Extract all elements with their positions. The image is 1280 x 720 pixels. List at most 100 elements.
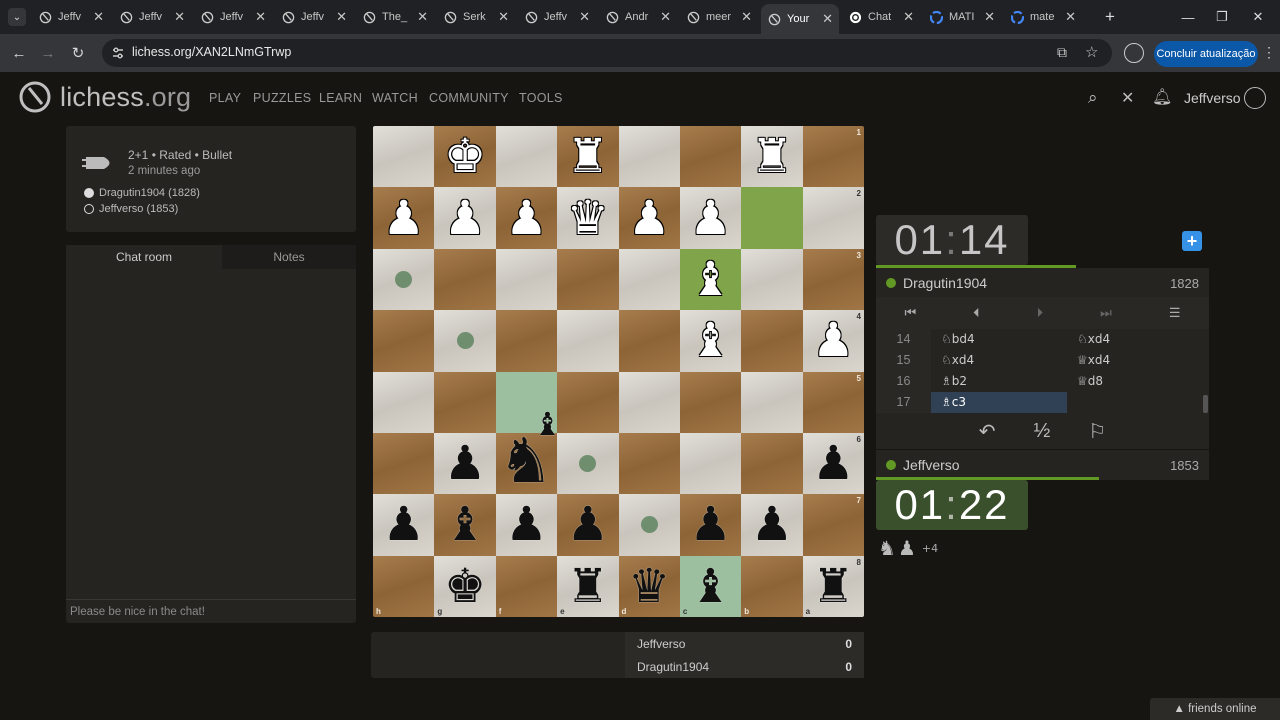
browser-tab[interactable]: Your ✕ xyxy=(761,4,839,34)
friends-online-button[interactable]: ▲ friends online xyxy=(1150,698,1280,720)
move-list-scrollbar[interactable] xyxy=(1203,395,1208,413)
opponent-name[interactable]: Dragutin1904 xyxy=(903,275,1170,291)
bookmark-star-icon[interactable]: ☆ xyxy=(1085,43,1098,61)
board-square[interactable] xyxy=(679,126,742,188)
reload-button[interactable]: ↻ xyxy=(67,42,89,64)
forward-button[interactable]: → xyxy=(37,42,59,64)
user-menu[interactable]: Jeffverso xyxy=(1184,90,1241,106)
white-pawn-piece[interactable]: ♟ xyxy=(812,317,854,364)
nav-tools[interactable]: TOOLS xyxy=(519,91,563,105)
board-square[interactable] xyxy=(373,432,435,495)
tab-close-icon[interactable]: ✕ xyxy=(1065,9,1076,25)
board-square[interactable] xyxy=(495,126,558,188)
white-pawn-piece[interactable]: ♟ xyxy=(628,195,670,242)
board-square[interactable]: ♟ 4 xyxy=(802,310,864,372)
board-square[interactable] xyxy=(373,310,435,372)
board-square[interactable]: 3 xyxy=(802,248,864,311)
meta-player-black[interactable]: Jeffverso (1853) xyxy=(84,203,178,215)
black-rook-piece[interactable]: ♜ xyxy=(567,563,609,610)
board-square[interactable] xyxy=(741,371,803,433)
tab-close-icon[interactable]: ✕ xyxy=(984,9,995,25)
browser-tab[interactable]: meer ✕ xyxy=(680,4,758,30)
next-move-icon[interactable]: ⏵ xyxy=(1037,305,1044,321)
board-square[interactable]: h xyxy=(373,555,435,617)
notifications-bell-icon[interactable]: 🔔︎ xyxy=(1152,87,1172,107)
browser-tab[interactable]: Jeffv ✕ xyxy=(32,4,110,30)
tab-close-icon[interactable]: ✕ xyxy=(498,9,509,25)
white-move[interactable]: ♗c3 xyxy=(931,392,1067,413)
board-square[interactable] xyxy=(741,248,803,311)
white-move[interactable]: ♘bd4 xyxy=(931,329,1067,350)
tab-close-icon[interactable]: ✕ xyxy=(174,9,185,25)
tab-close-icon[interactable]: ✕ xyxy=(255,9,266,25)
black-pawn-piece[interactable]: ♟ xyxy=(505,501,547,548)
crosstable-row[interactable]: Dragutin1904 0 xyxy=(625,655,864,678)
board-square[interactable] xyxy=(557,432,619,495)
board-square[interactable] xyxy=(741,310,803,372)
black-move[interactable] xyxy=(1067,392,1203,413)
white-pawn-piece[interactable]: ♟ xyxy=(505,195,547,242)
white-queen-piece[interactable]: ♛ xyxy=(567,195,609,242)
white-move[interactable]: ♘xd4 xyxy=(931,350,1067,371)
site-info-icon[interactable] xyxy=(111,46,125,60)
board-square[interactable]: ♝ xyxy=(434,494,496,556)
board-square[interactable]: f xyxy=(495,555,558,617)
board-square[interactable] xyxy=(434,371,496,433)
board-square[interactable]: 7 xyxy=(802,494,864,556)
board-square[interactable] xyxy=(434,248,496,311)
tab-close-icon[interactable]: ✕ xyxy=(417,9,428,25)
board-square[interactable]: ♟ xyxy=(618,187,680,249)
chess-board[interactable]: ♚ ♜ ♜ 1 ♟ ♟ ♟ ♛ ♟ ♟ 2 ♝ 3 ♝ ♟ 4 5 ♟ ♟ 6 ♟ ♝ ♟ ♟ ♟ ♟ 7 h ♚ g f ♜ e ♛ d ♝ c b ♜ 8… xyxy=(373,126,864,617)
board-square[interactable] xyxy=(557,310,619,372)
tab-search-dropdown[interactable]: ⌄ xyxy=(8,8,26,26)
white-pawn-piece[interactable]: ♟ xyxy=(383,195,425,242)
chat-input[interactable]: Please be nice in the chat! xyxy=(66,599,356,623)
meta-player-black-name[interactable]: Jeffverso (1853) xyxy=(99,203,178,215)
black-pawn-piece[interactable]: ♟ xyxy=(812,440,854,487)
black-pawn-piece[interactable]: ♟ xyxy=(751,501,793,548)
black-move[interactable]: ♕xd4 xyxy=(1067,350,1203,371)
tab-close-icon[interactable]: ✕ xyxy=(336,9,347,25)
board-square[interactable]: ♟ 6 xyxy=(802,432,864,495)
takeback-icon[interactable]: ↶ xyxy=(979,419,996,444)
board-square[interactable]: ♟ xyxy=(373,494,435,556)
nav-learn[interactable]: LEARN xyxy=(319,91,362,105)
tab-close-icon[interactable]: ✕ xyxy=(741,9,752,25)
tab-close-icon[interactable]: ✕ xyxy=(579,9,590,25)
tab-notes[interactable]: Notes xyxy=(222,245,356,269)
board-square[interactable] xyxy=(618,371,680,433)
board-square[interactable] xyxy=(618,310,680,372)
minimize-button[interactable]: — xyxy=(1176,7,1200,27)
legal-move-dot[interactable] xyxy=(395,270,413,288)
tab-close-icon[interactable]: ✕ xyxy=(903,9,914,25)
nav-puzzles[interactable]: PUZZLES xyxy=(253,91,311,105)
white-rook-piece[interactable]: ♜ xyxy=(751,133,793,180)
black-pawn-piece[interactable]: ♟ xyxy=(444,440,486,487)
profile-icon[interactable] xyxy=(1124,43,1144,63)
menu-icon[interactable]: ☰ xyxy=(1169,305,1181,321)
board-square[interactable]: 5 xyxy=(802,371,864,433)
board-square[interactable] xyxy=(373,248,435,311)
nav-watch[interactable]: WATCH xyxy=(372,91,418,105)
nav-play[interactable]: PLAY xyxy=(209,91,241,105)
board-square[interactable]: ♛ d xyxy=(618,555,680,617)
board-square[interactable]: ♟ xyxy=(679,494,742,556)
browser-tab[interactable]: Andr ✕ xyxy=(599,4,677,30)
close-window-button[interactable]: ✕ xyxy=(1246,7,1270,27)
white-pawn-piece[interactable]: ♟ xyxy=(444,195,486,242)
white-king-piece[interactable]: ♚ xyxy=(444,133,486,180)
tab-close-icon[interactable]: ✕ xyxy=(822,11,833,27)
tab-close-icon[interactable]: ✕ xyxy=(93,9,104,25)
browser-tab[interactable]: The_ ✕ xyxy=(356,4,434,30)
black-pawn-piece[interactable]: ♟ xyxy=(689,501,731,548)
board-square[interactable] xyxy=(618,126,680,188)
browser-tab[interactable]: Jeffv ✕ xyxy=(518,4,596,30)
board-square[interactable]: 1 xyxy=(802,126,864,188)
meta-player-white[interactable]: Dragutin1904 (1828) xyxy=(84,187,200,199)
maximize-button[interactable]: ❐ xyxy=(1210,7,1234,27)
update-chrome-button[interactable]: Concluir atualização xyxy=(1154,41,1258,67)
board-square[interactable] xyxy=(434,310,496,372)
board-square[interactable]: ♜ xyxy=(557,126,619,188)
white-bishop-piece[interactable]: ♝ xyxy=(689,317,731,364)
board-square[interactable]: ♟ xyxy=(557,494,619,556)
